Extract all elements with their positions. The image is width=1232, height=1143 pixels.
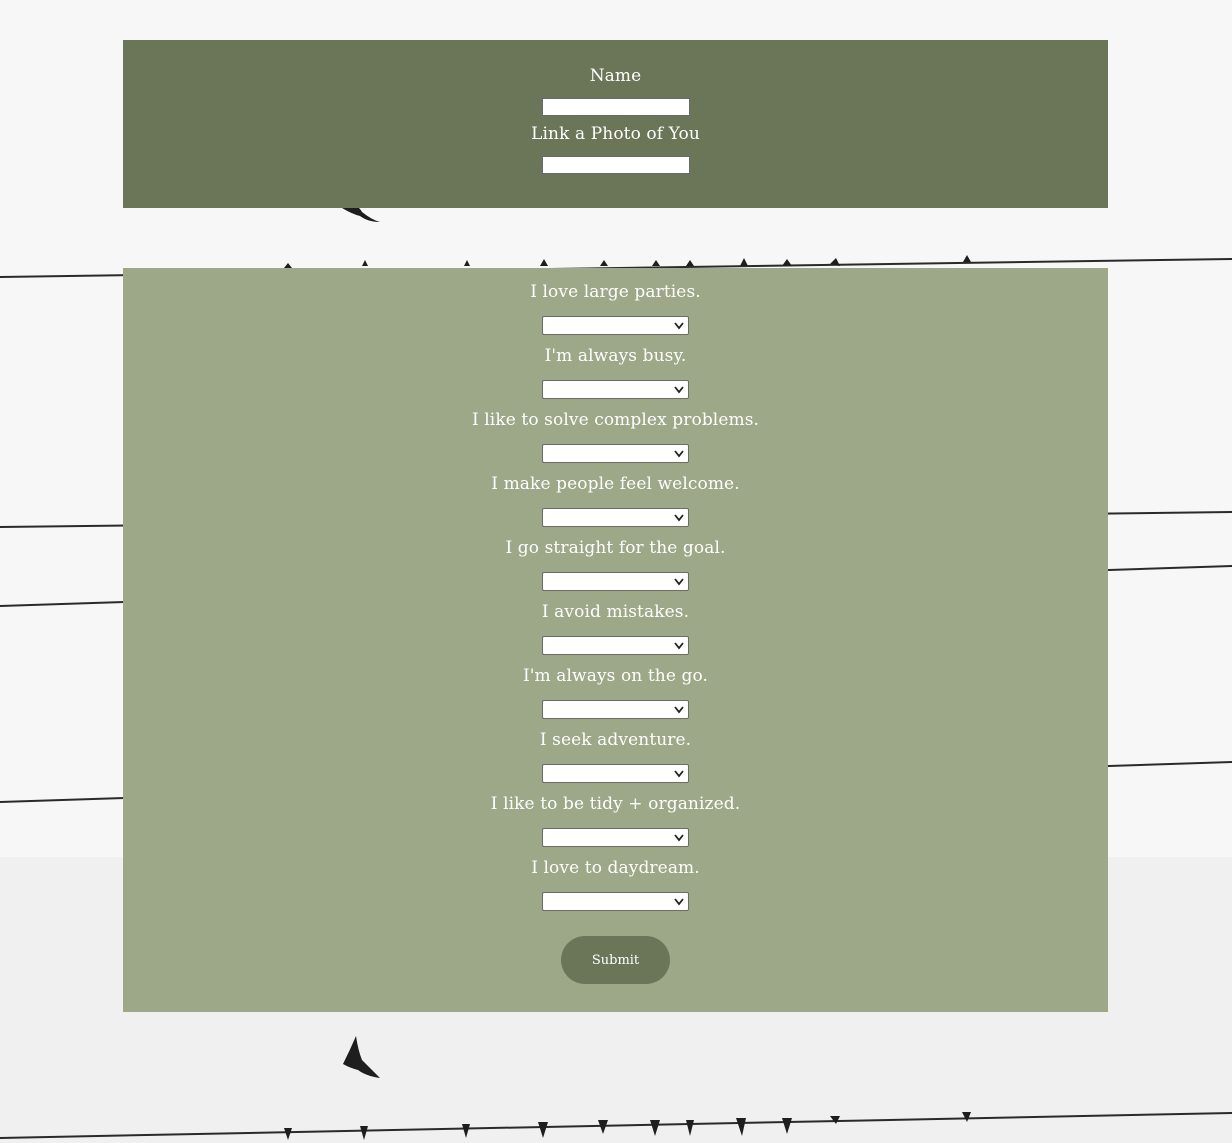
chevron-down-icon	[674, 450, 684, 458]
question-label: I'm always busy.	[544, 346, 687, 366]
chevron-down-icon	[674, 514, 684, 522]
chevron-down-icon	[674, 834, 684, 842]
answer-select[interactable]	[542, 316, 689, 335]
chevron-down-icon	[674, 898, 684, 906]
answer-select[interactable]	[542, 508, 689, 527]
chevron-down-icon	[674, 386, 684, 394]
question-item: I'm always on the go.	[123, 664, 1108, 728]
answer-select[interactable]	[542, 764, 689, 783]
question-item: I avoid mistakes.	[123, 600, 1108, 664]
profile-panel: Name Link a Photo of You	[123, 40, 1108, 208]
answer-select[interactable]	[542, 828, 689, 847]
question-label: I avoid mistakes.	[541, 602, 690, 622]
question-item: I love large parties.	[123, 280, 1108, 344]
question-item: I like to solve complex problems.	[123, 408, 1108, 472]
name-label: Name	[589, 66, 642, 86]
answer-select[interactable]	[542, 380, 689, 399]
name-input[interactable]	[541, 98, 690, 116]
question-item: I like to be tidy + organized.	[123, 792, 1108, 856]
question-item: I go straight for the goal.	[123, 536, 1108, 600]
question-item: I'm always busy.	[123, 344, 1108, 408]
question-label: I love large parties.	[530, 282, 701, 302]
chevron-down-icon	[674, 578, 684, 586]
question-label: I make people feel welcome.	[491, 474, 740, 494]
answer-select[interactable]	[542, 572, 689, 591]
question-label: I love to daydream.	[531, 858, 700, 878]
answer-select[interactable]	[542, 444, 689, 463]
chevron-down-icon	[674, 322, 684, 330]
question-item: I seek adventure.	[123, 728, 1108, 792]
question-item: I make people feel welcome.	[123, 472, 1108, 536]
question-label: I go straight for the goal.	[505, 538, 726, 558]
quiz-panel: I love large parties. I'm always busy. I…	[123, 268, 1108, 1012]
question-label: I like to solve complex problems.	[471, 410, 760, 430]
answer-select[interactable]	[542, 892, 689, 911]
chevron-down-icon	[674, 706, 684, 714]
question-item: I love to daydream.	[123, 856, 1108, 920]
chevron-down-icon	[674, 770, 684, 778]
question-label: I like to be tidy + organized.	[490, 794, 741, 814]
question-label: I'm always on the go.	[522, 666, 709, 686]
answer-select[interactable]	[542, 700, 689, 719]
answer-select[interactable]	[542, 636, 689, 655]
photo-link-label: Link a Photo of You	[531, 124, 700, 144]
submit-button[interactable]: Submit	[561, 936, 670, 984]
question-label: I seek adventure.	[539, 730, 692, 750]
chevron-down-icon	[674, 642, 684, 650]
photo-link-input[interactable]	[541, 156, 690, 174]
